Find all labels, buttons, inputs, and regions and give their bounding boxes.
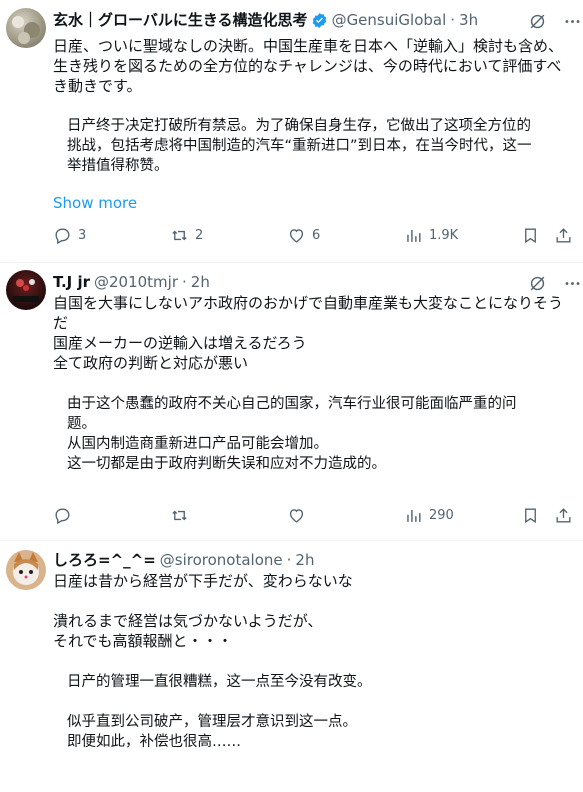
share-button[interactable] [554,506,573,525]
dot-separator: · [182,273,187,291]
verified-badge-icon [311,12,328,29]
reply-button[interactable]: 3 [53,226,86,245]
more-options-icon[interactable] [563,12,582,31]
share-button[interactable] [554,226,573,245]
handle[interactable]: @GensuiGlobal [332,10,447,30]
like-count: 6 [312,228,321,243]
bookmark-icon [525,228,536,244]
avatar[interactable] [6,270,46,310]
repost-count: 2 [195,228,204,243]
view-count: 1.9K [429,228,459,243]
post-text: 日産、ついに聖域なしの決断。中国生産車を日本へ「逆輸入」検討も含め、 生き残りを… [53,37,564,95]
translation-text: 日产终于决定打破所有禁忌。为了确保自身生存，它做出了这项全方位的 挑战，包括考虑… [67,118,532,174]
like-button[interactable] [287,506,312,525]
reply-button[interactable] [53,506,78,525]
heart-icon [289,509,304,523]
reply-count: 3 [78,228,87,243]
avatar[interactable] [6,8,46,48]
post-3[interactable]: しろろ=^_^= @sirorono​talone · 2h 日産は昔から経営が… [0,540,583,792]
translation-text: 由于这个愚蠢的政府不关心自己的国家，汽车行业很可能面临严重的问 题。 从国内制造… [67,396,517,472]
avatar-image [13,552,39,585]
views-icon [407,229,421,242]
post-2[interactable]: T.J jr @2010tmjr · 2h 自国を大事にしないアホ政府のおかげで… [0,262,583,541]
view-count: 290 [429,508,454,523]
repost-button[interactable] [170,506,195,525]
post-text: 日産は昔から経営が下手だが、変わらないな 潰れるまで経営は気づかないようだが、 … [53,572,353,650]
dot-separator: · [450,11,456,29]
reply-icon [55,228,70,245]
handle[interactable]: @sirorono​talone [160,550,283,570]
action-bar: 290 [53,506,573,526]
more-options-icon[interactable] [563,274,582,293]
views-icon [407,509,421,522]
bookmark-icon [525,508,536,524]
timestamp[interactable]: 2h [191,272,210,292]
display-name[interactable]: 玄水｜グローバルに生きる構造化思考 [53,10,308,30]
post-1[interactable]: 玄水｜グローバルに生きる構造化思考 @GensuiGlobal · 3h 日産、… [0,0,583,263]
share-icon [556,228,571,243]
reply-icon [55,508,70,525]
avatar-image [13,279,39,302]
views-button[interactable]: 290 [404,506,454,525]
heart-icon [289,229,304,243]
bookmark-button[interactable] [521,506,540,525]
avatar-image [12,16,40,44]
handle[interactable]: @2010tmjr [94,272,178,292]
share-icon [556,508,571,523]
grok-icon[interactable] [528,12,547,31]
display-name[interactable]: T.J jr [53,272,90,292]
grok-icon[interactable] [528,274,547,293]
post-text: 自国を大事にしないアホ政府のおかげで自動車産業も大変なことになりそう だ 国産メ… [53,294,564,372]
action-bar: 3 2 6 1.9K [53,226,573,246]
dot-separator: · [286,551,292,569]
bookmark-button[interactable] [521,226,540,245]
repost-button[interactable]: 2 [170,226,203,245]
display-name[interactable]: しろろ=^_^= [53,550,156,570]
avatar[interactable] [6,550,46,590]
show-more-link[interactable]: Show more [53,194,137,212]
timestamp[interactable]: 2h [295,550,314,570]
views-button[interactable]: 1.9K [404,226,458,245]
timestamp[interactable]: 3h [459,10,478,30]
like-button[interactable]: 6 [287,226,320,245]
translation-text: 日产的管理一直很糟糕，这一点至今没有改变。 似乎直到公司破产，管理层才意识到这一… [67,674,372,750]
repost-icon [172,510,187,521]
repost-icon [172,230,187,241]
